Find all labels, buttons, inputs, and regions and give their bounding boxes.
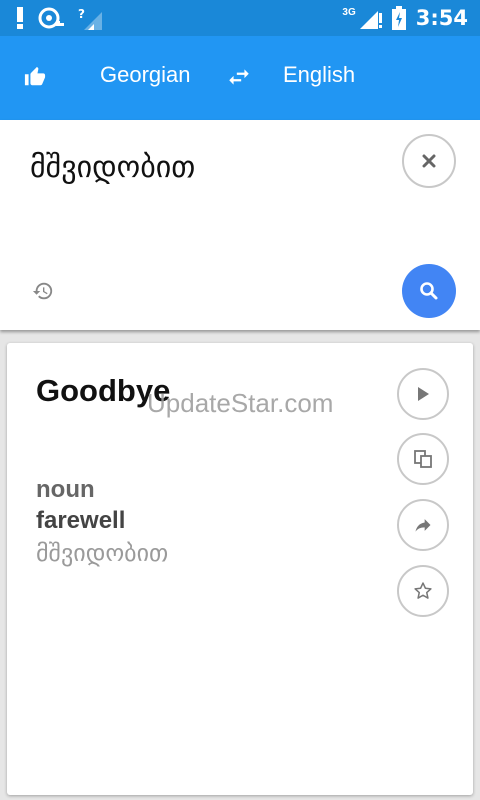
favorite-button[interactable] [397,565,449,617]
input-text-field[interactable]: მშვიდობით [30,150,195,185]
target-language-button[interactable]: English [283,62,355,88]
status-bar-right: 3G 3:54 [342,4,468,32]
result-card: Goodbye UpdateStar.com noun farewell მშვ… [7,343,473,795]
clock: 3:54 [415,6,468,30]
copy-button[interactable] [397,433,449,485]
play-button[interactable] [397,368,449,420]
source-language-button[interactable]: Georgian [100,62,191,88]
network-type: 3G [342,6,356,18]
watermark: UpdateStar.com [147,388,334,418]
input-card: მშვიდობით [0,120,480,330]
star-icon [413,581,433,601]
definition-word: farewell [36,507,126,534]
play-icon [415,386,431,402]
search-button[interactable] [402,264,456,318]
app-bar: Georgian English [0,36,480,120]
history-icon[interactable] [32,280,56,304]
share-icon [413,515,433,535]
search-icon [419,281,439,301]
wifi-unknown-icon: ? [78,6,102,30]
swap-icon[interactable] [226,64,254,92]
part-of-speech: noun [36,476,95,503]
battery-icon [391,6,406,30]
thumbs-up-icon[interactable] [24,66,50,92]
status-bar-left: ? [16,4,102,32]
sync-icon [38,7,64,29]
share-button[interactable] [397,499,449,551]
copy-icon [413,449,433,469]
clear-button[interactable] [402,134,456,188]
close-icon [422,154,436,168]
alert-icon [16,7,24,29]
status-bar: ? 3G 3:54 [0,0,480,36]
svg-text:?: ? [78,7,85,21]
signal-icon [359,7,382,29]
definition-native: მშვიდობით [36,539,169,567]
